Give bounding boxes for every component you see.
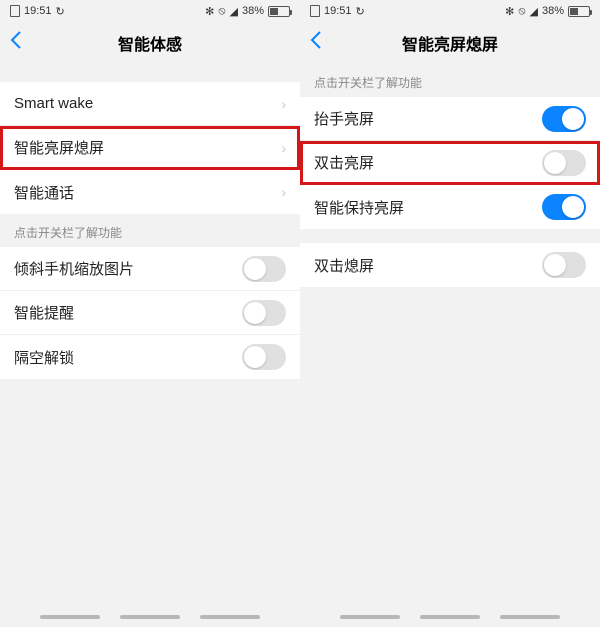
- dnd-icon: ⦸: [218, 5, 225, 18]
- nav-row-0[interactable]: Smart wake ›: [0, 82, 300, 126]
- toggle-knob: [562, 196, 584, 218]
- toggle-knob: [244, 258, 266, 280]
- toggle-switch[interactable]: [542, 252, 586, 278]
- row-label: 智能亮屏熄屏: [14, 137, 104, 158]
- chevron-right-icon: ›: [281, 96, 286, 112]
- header: 智能亮屏熄屏: [300, 22, 600, 64]
- nav-list: Smart wake › 智能亮屏熄屏 › 智能通话 ›: [0, 82, 300, 214]
- toggle-knob: [544, 254, 566, 276]
- row-label: 智能保持亮屏: [314, 197, 404, 218]
- right-screen: 19:51 ↻ ✻ ⦸ ◢ 38% 智能亮屏熄屏 点击开关栏了解功能 抬手亮屏双…: [300, 0, 600, 627]
- nav-recent-pill[interactable]: [200, 615, 260, 619]
- page-title: 智能亮屏熄屏: [402, 31, 498, 55]
- status-bar: 19:51 ↻ ✻ ⦸ ◢ 38%: [300, 0, 600, 22]
- nav-row-2[interactable]: 智能通话 ›: [0, 170, 300, 214]
- nav-bar: [300, 615, 600, 619]
- toggle-knob: [544, 152, 566, 174]
- status-time: 19:51: [24, 5, 52, 17]
- battery-percent: 38%: [542, 5, 564, 17]
- row-label: 双击熄屏: [314, 255, 374, 276]
- battery-icon: [568, 6, 590, 17]
- row-label: Smart wake: [14, 95, 93, 112]
- row-label: 双击亮屏: [314, 152, 374, 173]
- nav-bar: [0, 615, 300, 619]
- toggle-list: 倾斜手机缩放图片智能提醒隔空解锁: [0, 247, 300, 379]
- battery-icon: [268, 6, 290, 17]
- section-label: 点击开关栏了解功能: [300, 64, 600, 97]
- nav-home-pill[interactable]: [120, 615, 180, 619]
- page-title: 智能体感: [118, 31, 182, 55]
- row-label: 倾斜手机缩放图片: [14, 258, 134, 279]
- signal-icon: ◢: [230, 5, 238, 18]
- section-label: 点击开关栏了解功能: [0, 214, 300, 247]
- toggle-row-0[interactable]: 倾斜手机缩放图片: [0, 247, 300, 291]
- toggle-switch[interactable]: [242, 256, 286, 282]
- toggle-row-2[interactable]: 隔空解锁: [0, 335, 300, 379]
- bluetooth-icon: ✻: [505, 5, 514, 18]
- toggle-row-0[interactable]: 双击熄屏: [300, 243, 600, 287]
- toggle-row-1[interactable]: 智能提醒: [0, 291, 300, 335]
- toggle-knob: [244, 346, 266, 368]
- nav-back-pill[interactable]: [340, 615, 400, 619]
- row-label: 智能通话: [14, 182, 74, 203]
- toggle-row-0[interactable]: 抬手亮屏: [300, 97, 600, 141]
- status-bar: 19:51 ↻ ✻ ⦸ ◢ 38%: [0, 0, 300, 22]
- back-button[interactable]: [10, 30, 22, 56]
- toggle-switch[interactable]: [242, 300, 286, 326]
- dnd-icon: ⦸: [518, 5, 525, 18]
- row-label: 隔空解锁: [14, 347, 74, 368]
- toggle-knob: [562, 108, 584, 130]
- sim-icon: [10, 5, 20, 17]
- toggle-row-2[interactable]: 智能保持亮屏: [300, 185, 600, 229]
- bluetooth-icon: ✻: [205, 5, 214, 18]
- chevron-right-icon: ›: [281, 140, 286, 156]
- chevron-right-icon: ›: [281, 184, 286, 200]
- signal-icon: ◢: [530, 5, 538, 18]
- nav-recent-pill[interactable]: [500, 615, 560, 619]
- toggle-switch[interactable]: [542, 194, 586, 220]
- back-button[interactable]: [310, 30, 322, 56]
- toggle-list-1: 抬手亮屏双击亮屏智能保持亮屏: [300, 97, 600, 229]
- toggle-switch[interactable]: [242, 344, 286, 370]
- row-label: 抬手亮屏: [314, 108, 374, 129]
- header: 智能体感: [0, 22, 300, 64]
- toggle-knob: [244, 302, 266, 324]
- status-time: 19:51: [324, 5, 352, 17]
- nav-back-pill[interactable]: [40, 615, 100, 619]
- battery-percent: 38%: [242, 5, 264, 17]
- toggle-list-2: 双击熄屏: [300, 243, 600, 287]
- sim-icon: [310, 5, 320, 17]
- row-label: 智能提醒: [14, 302, 74, 323]
- nav-home-pill[interactable]: [420, 615, 480, 619]
- left-screen: 19:51 ↻ ✻ ⦸ ◢ 38% 智能体感 Smart wake›智能亮屏熄屏…: [0, 0, 300, 627]
- sync-icon: ↻: [356, 5, 365, 18]
- nav-row-1[interactable]: 智能亮屏熄屏 ›: [0, 126, 300, 170]
- toggle-switch[interactable]: [542, 150, 586, 176]
- toggle-row-1[interactable]: 双击亮屏: [300, 141, 600, 185]
- toggle-switch[interactable]: [542, 106, 586, 132]
- sync-icon: ↻: [56, 5, 65, 18]
